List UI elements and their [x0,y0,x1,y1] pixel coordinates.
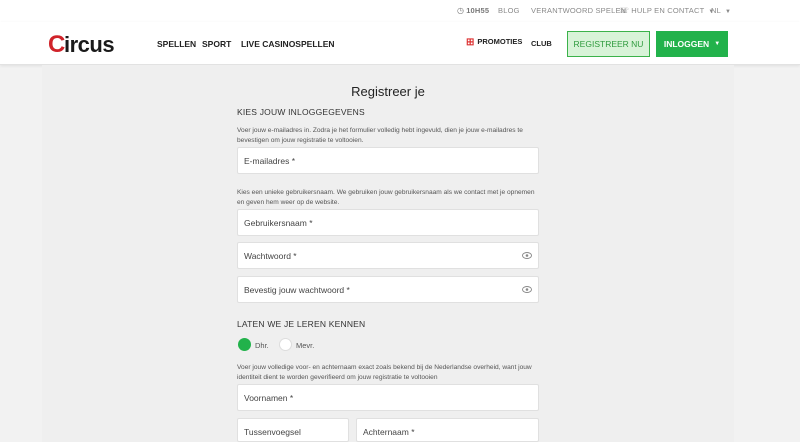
promotions-link[interactable]: ⊞ PROMOTIES [466,37,522,48]
nav-live-casino[interactable]: LIVE CASINOSPELLEN [241,39,335,49]
section-login-heading: KIES JOUW INLOGGEGEVENS [237,107,365,117]
eye-icon[interactable] [522,285,532,294]
nav-sport[interactable]: SPORT [202,39,231,49]
register-button[interactable]: REGISTREER NU [567,31,650,57]
clock-icon: ◷ [457,6,465,15]
email-help: Voer jouw e-mailadres in. Zodra je het f… [237,127,523,144]
headset-icon: ☏ [619,6,630,15]
username-help: Kies een unieke gebruikersnaam. We gebru… [237,189,535,206]
gender-male-radio[interactable] [238,338,251,351]
blog-link[interactable]: BLOG [498,6,520,15]
circus-logo[interactable]: C ircus [48,31,134,57]
firstname-field[interactable]: Voornamen * [237,384,539,411]
help-contact-menu[interactable]: ☏ HULP EN CONTACT ▼ [619,6,715,15]
lastname-field[interactable]: Achternaam * [356,418,539,442]
name-help: Voer jouw volledige voor- en achternaam … [237,364,532,381]
section-about-heading: LATEN WE JE LEREN KENNEN [237,319,366,329]
gender-female-radio[interactable] [279,338,292,351]
password-field[interactable]: Wachtwoord * [237,242,539,269]
gift-icon: ⊞ [466,37,475,48]
chevron-down-icon: ▼ [714,41,721,47]
clock: ◷ 10H55 [457,6,490,15]
nav-spellen[interactable]: SPELLEN [157,39,196,49]
responsible-gaming-link[interactable]: VERANTWOORD SPELEN [531,6,626,15]
page-title: Registreer je [351,84,425,99]
middlename-field[interactable]: Tussenvoegsel [237,418,349,442]
username-field[interactable]: Gebruikersnaam * [237,209,539,236]
eye-icon[interactable] [522,251,532,260]
main-header: C ircus SPELLEN SPORT LIVE CASINOSPELLEN… [0,22,800,65]
svg-text:ircus: ircus [64,32,114,57]
email-field[interactable]: E-mailadres * [237,147,539,174]
utility-bar: ◷ 10H55 BLOG VERANTWOORD SPELEN ☏ HULP EN … [0,0,800,22]
club-link[interactable]: CLUB [531,39,552,48]
gender-female-label: Mevr. [296,341,315,350]
language-selector[interactable]: NL ▼ [711,6,731,15]
gender-male-label: Dhr. [255,341,269,350]
chevron-down-icon: ▼ [725,9,732,15]
svg-text:C: C [48,31,65,57]
login-button[interactable]: INLOGGEN ▼ [656,31,728,57]
confirm-password-field[interactable]: Bevestig jouw wachtwoord * [237,276,539,303]
